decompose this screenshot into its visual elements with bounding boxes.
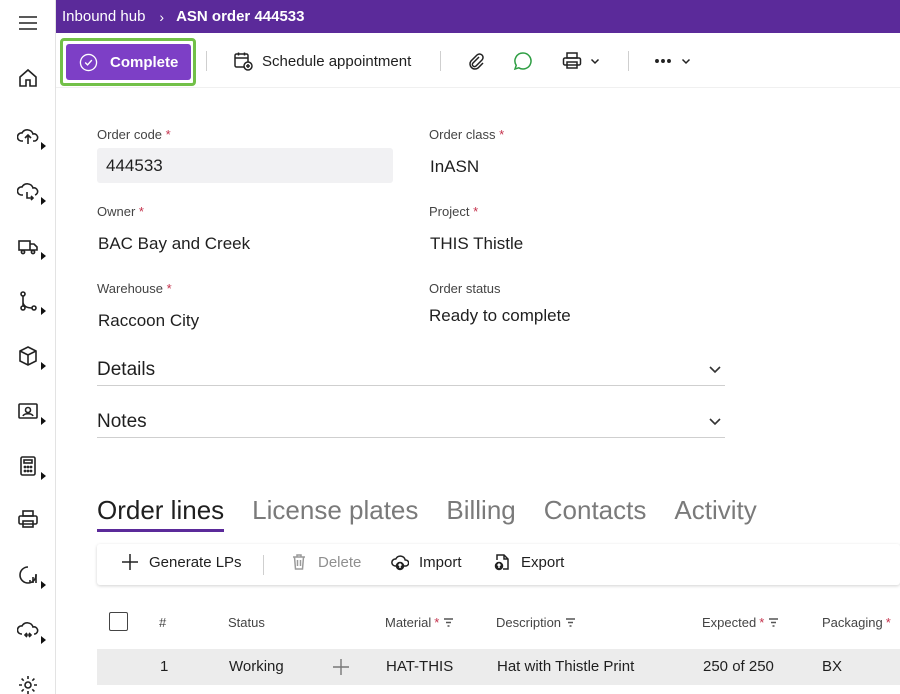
filter-icon[interactable] xyxy=(768,617,779,628)
order-class-value[interactable]: InASN xyxy=(430,157,479,177)
receive-icon[interactable] xyxy=(0,171,56,211)
printer-icon[interactable] xyxy=(0,499,56,539)
export-label: Export xyxy=(521,553,565,571)
order-status-value: Ready to complete xyxy=(429,306,571,325)
complete-button[interactable]: Complete xyxy=(66,44,191,80)
tab-activity[interactable]: Activity xyxy=(674,495,756,532)
page-title: ASN order 444533 xyxy=(176,8,305,25)
col-header-packaging[interactable]: Packaging * xyxy=(822,615,891,630)
col-header-status[interactable]: Status xyxy=(228,615,265,630)
col-header-num[interactable]: # xyxy=(159,615,166,630)
filter-icon[interactable] xyxy=(443,617,454,628)
project-label: Project * xyxy=(429,204,479,219)
select-all-checkbox[interactable] xyxy=(109,612,128,631)
row-expected-cell: 250 of 250 xyxy=(703,658,774,675)
contact-card-icon[interactable] xyxy=(0,391,56,431)
export-button[interactable]: Export xyxy=(493,553,564,571)
app-window: Inbound hub › ASN order 444533 Complete … xyxy=(0,0,900,694)
toolbar-divider xyxy=(263,555,264,575)
details-section-title: Details xyxy=(97,359,156,380)
delete-button[interactable]: Delete xyxy=(290,553,361,571)
box-icon[interactable] xyxy=(0,336,56,376)
delete-label: Delete xyxy=(318,553,362,571)
breadcrumb-parent-link[interactable]: Inbound hub xyxy=(62,8,145,25)
tab-order-lines[interactable]: Order lines xyxy=(97,495,225,532)
nav-rail xyxy=(0,0,56,694)
import-button[interactable]: Import xyxy=(391,553,462,571)
schedule-appointment-button[interactable]: Schedule appointment xyxy=(233,46,411,76)
plus-icon xyxy=(122,554,138,570)
order-code-field[interactable]: 444533 xyxy=(97,148,393,183)
expand-row-button[interactable] xyxy=(331,657,351,677)
hamburger-icon[interactable] xyxy=(0,3,56,43)
settings-icon[interactable] xyxy=(0,665,56,694)
tab-bar: Order lines License plates Billing Conta… xyxy=(97,495,785,532)
owner-value[interactable]: BAC Bay and Creek xyxy=(98,234,250,254)
row-packaging-cell: BX xyxy=(822,658,843,675)
printer-icon xyxy=(562,52,582,69)
chevron-down-icon xyxy=(590,58,600,65)
attach-button[interactable] xyxy=(466,46,486,76)
tab-contacts[interactable]: Contacts xyxy=(544,495,647,532)
col-header-expected[interactable]: Expected * xyxy=(702,615,779,630)
grid-toolbar: Generate LPs Delete Import Export xyxy=(97,544,900,585)
cloud-sync-icon[interactable] xyxy=(0,610,56,650)
flow-icon[interactable] xyxy=(0,281,56,321)
notes-section-header[interactable]: Notes xyxy=(97,402,725,438)
project-value[interactable]: THIS Thistle xyxy=(430,234,523,254)
truck-icon[interactable] xyxy=(0,226,56,266)
check-circle-icon xyxy=(79,53,98,71)
calendar-add-icon xyxy=(234,52,253,71)
filter-icon[interactable] xyxy=(565,617,576,628)
row-material-cell: HAT-THIS xyxy=(386,658,454,675)
warehouse-value[interactable]: Raccoon City xyxy=(98,311,199,331)
complete-highlight: Complete xyxy=(60,38,196,86)
plus-icon xyxy=(333,659,349,675)
more-actions-button[interactable] xyxy=(653,46,691,76)
tab-license-plates[interactable]: License plates xyxy=(252,495,418,532)
chevron-down-icon xyxy=(709,366,721,374)
order-class-label: Order class * xyxy=(429,127,505,142)
details-section-header[interactable]: Details xyxy=(97,350,725,386)
home-icon[interactable] xyxy=(0,58,56,98)
more-horizontal-icon xyxy=(655,59,671,63)
chat-icon xyxy=(513,52,532,71)
schedule-appointment-label: Schedule appointment xyxy=(262,52,412,70)
chevron-down-icon xyxy=(681,58,691,65)
comments-button[interactable] xyxy=(513,46,533,76)
complete-button-label: Complete xyxy=(110,53,179,71)
paperclip-icon xyxy=(469,53,484,70)
notes-section-title: Notes xyxy=(97,411,147,432)
generate-lps-label: Generate LPs xyxy=(149,553,242,571)
command-toolbar: Complete Schedule appointment xyxy=(56,33,900,88)
chevron-down-icon xyxy=(709,418,721,426)
breadcrumb-separator: › xyxy=(159,8,165,25)
row-description-cell: Hat with Thistle Print xyxy=(497,658,635,675)
row-status-cell: Working xyxy=(229,658,284,675)
chart-icon[interactable] xyxy=(0,555,56,595)
trash-icon xyxy=(293,554,305,570)
print-menu-button[interactable] xyxy=(562,46,600,76)
file-export-icon xyxy=(494,554,509,571)
warehouse-label: Warehouse * xyxy=(97,281,172,296)
tab-billing[interactable]: Billing xyxy=(446,495,515,532)
col-header-material[interactable]: Material * xyxy=(385,615,454,630)
col-header-description[interactable]: Description xyxy=(496,615,576,630)
toolbar-divider xyxy=(206,51,207,71)
owner-label: Owner * xyxy=(97,204,144,219)
breadcrumb: Inbound hub › ASN order 444533 xyxy=(56,0,900,33)
upload-icon[interactable] xyxy=(0,116,56,156)
import-label: Import xyxy=(419,553,462,571)
calculator-icon[interactable] xyxy=(0,446,56,486)
toolbar-divider xyxy=(628,51,629,71)
order-code-label: Order code * xyxy=(97,127,171,142)
row-num-cell: 1 xyxy=(160,658,169,675)
cloud-upload-icon xyxy=(391,555,409,571)
toolbar-divider xyxy=(440,51,441,71)
generate-lps-button[interactable]: Generate LPs xyxy=(121,553,242,571)
order-status-label: Order status xyxy=(429,281,501,296)
